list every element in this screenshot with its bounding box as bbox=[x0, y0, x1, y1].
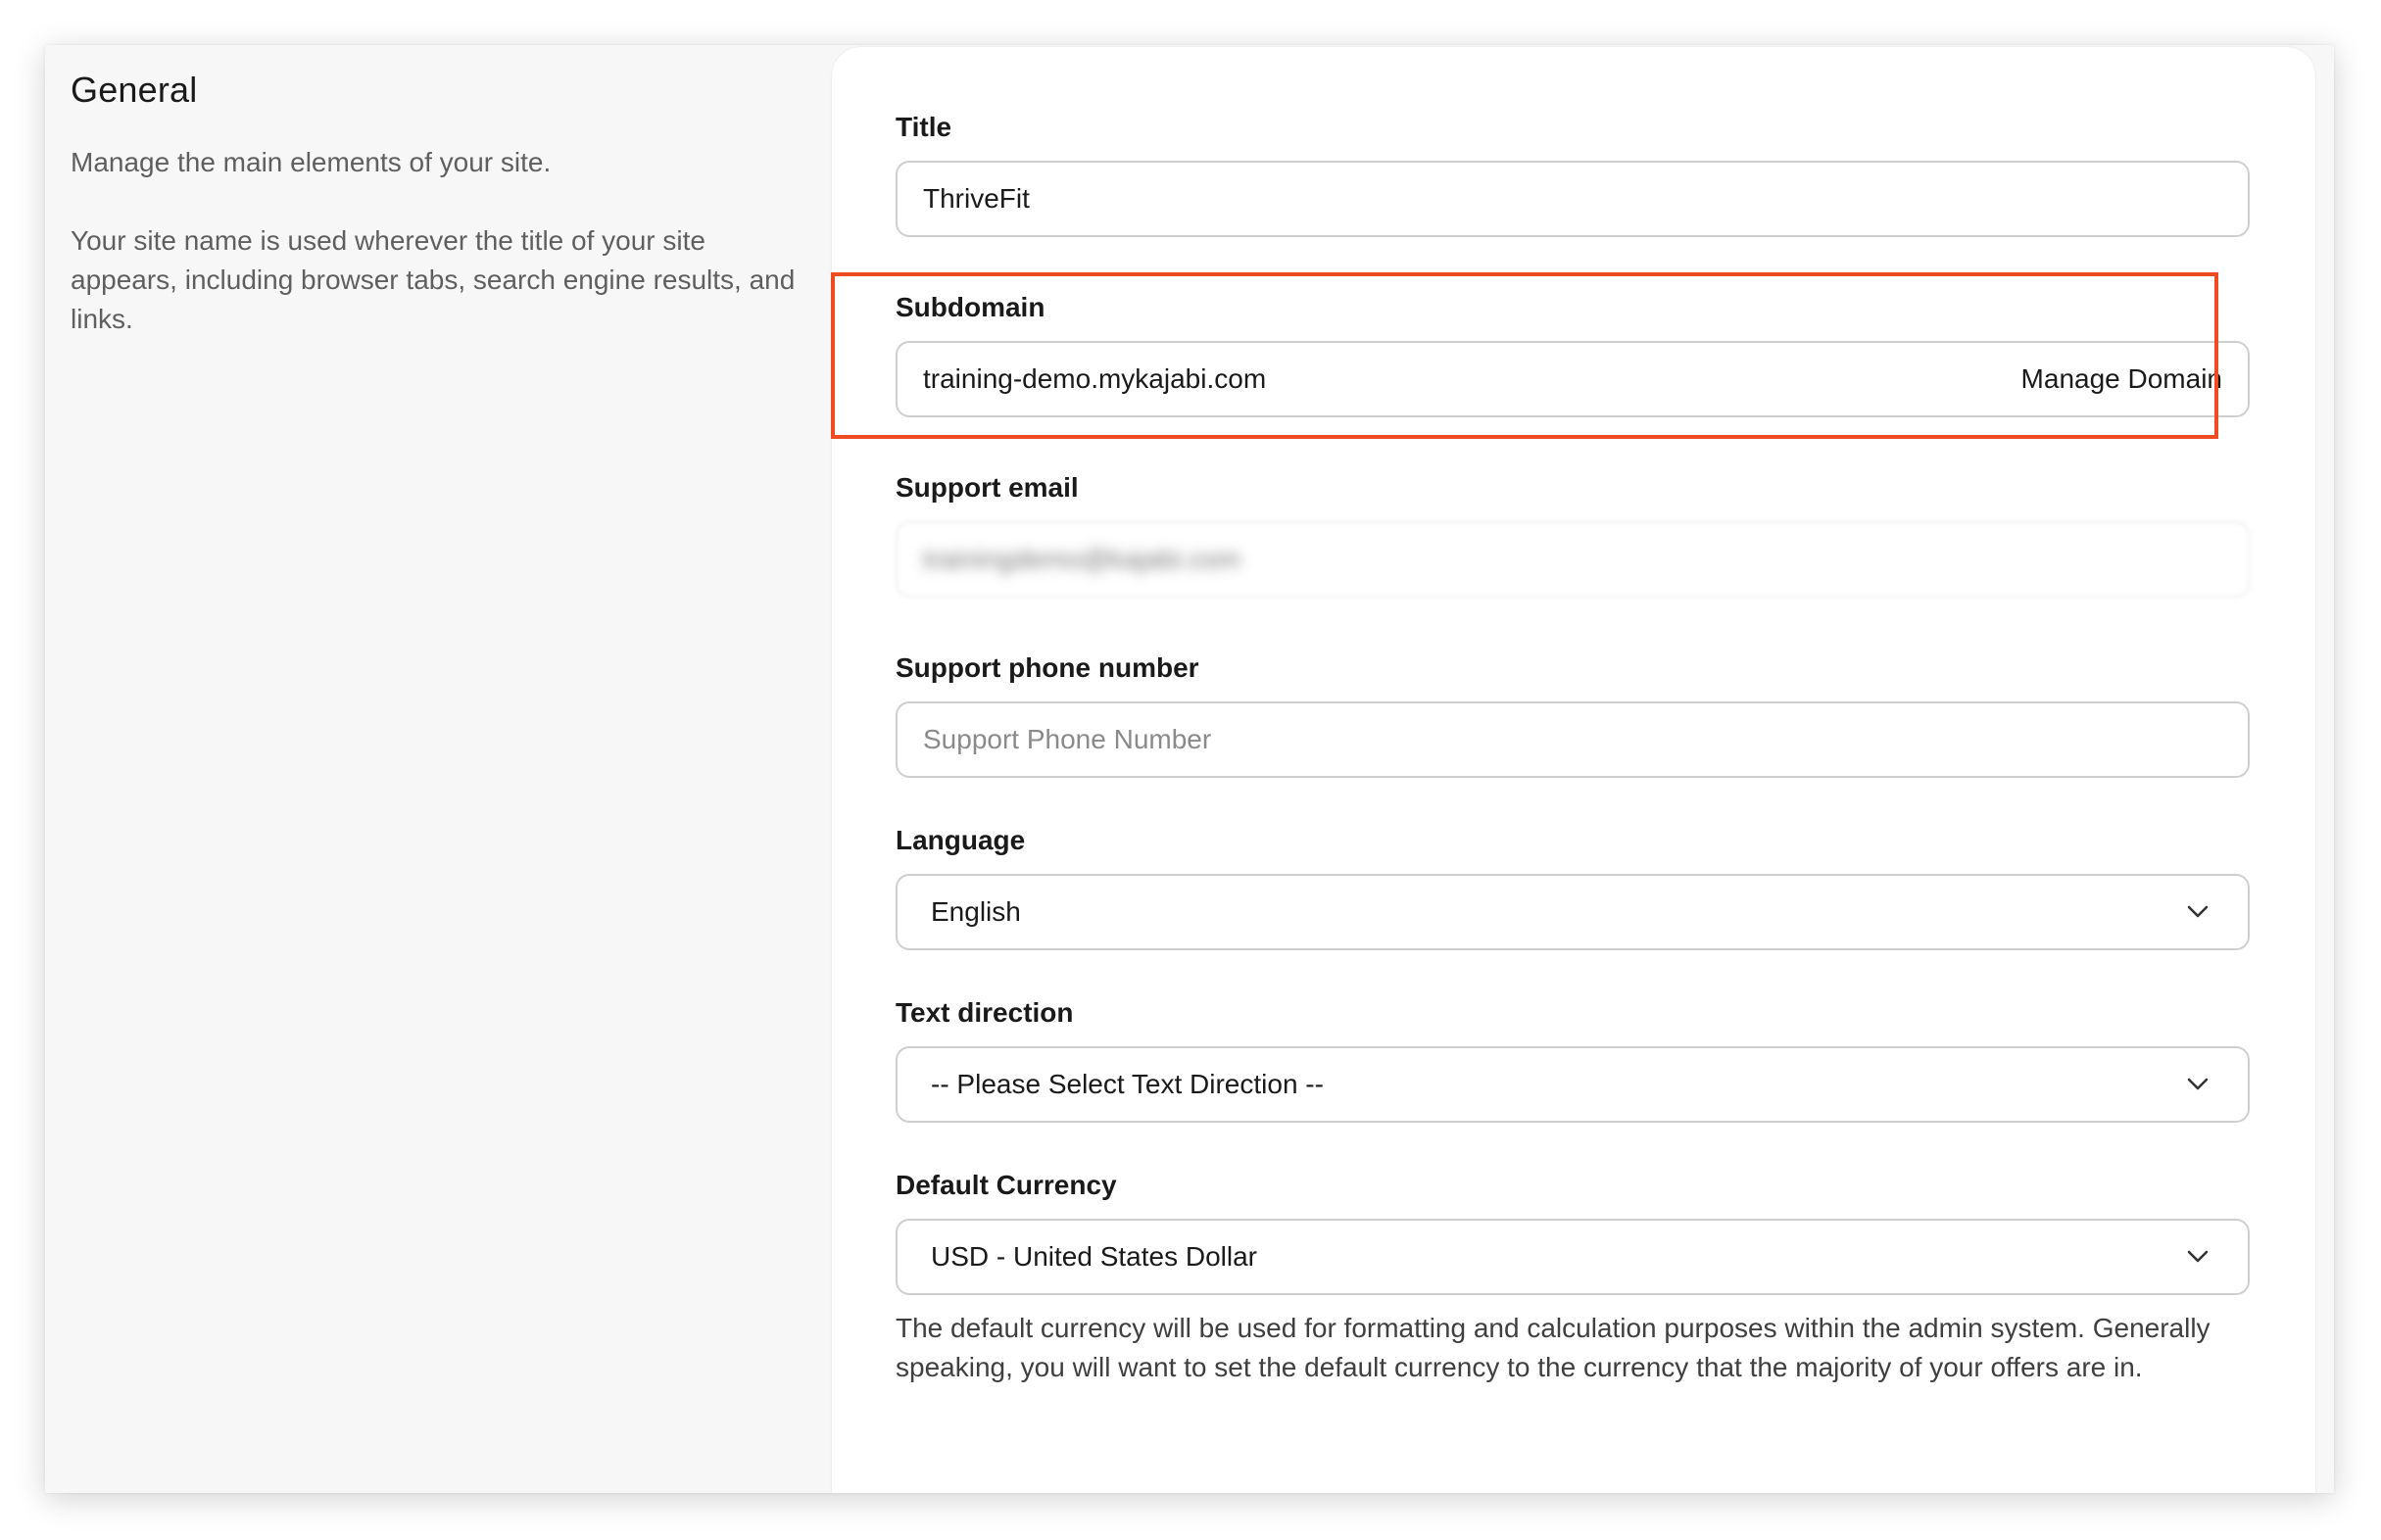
default-currency-select[interactable]: USD - United States Dollar bbox=[896, 1219, 2250, 1295]
section-description-intro: Manage the main elements of your site. bbox=[71, 147, 552, 177]
subdomain-field: Subdomain training-demo.mykajabi.com Man… bbox=[896, 290, 2250, 417]
settings-window: General Manage the main elements of your… bbox=[45, 45, 2334, 1493]
support-email-input[interactable]: trainingdemo@kajabi.com bbox=[896, 521, 2250, 598]
subdomain-input[interactable]: training-demo.mykajabi.com Manage Domain bbox=[896, 341, 2250, 417]
default-currency-selected-value: USD - United States Dollar bbox=[931, 1241, 1258, 1272]
title-input[interactable]: ThriveFit bbox=[896, 161, 2250, 237]
text-direction-field: Text direction -- Please Select Text Dir… bbox=[896, 995, 2250, 1123]
text-direction-label: Text direction bbox=[896, 997, 1074, 1028]
chevron-down-icon bbox=[2185, 899, 2211, 925]
title-label: Title bbox=[896, 112, 952, 142]
support-phone-placeholder: Support Phone Number bbox=[923, 724, 1212, 754]
default-currency-field: Default Currency USD - United States Dol… bbox=[896, 1168, 2250, 1382]
general-section-info: General Manage the main elements of your… bbox=[71, 65, 815, 378]
text-direction-selected-value: -- Please Select Text Direction -- bbox=[931, 1069, 1324, 1099]
manage-domain-link[interactable]: Manage Domain bbox=[2021, 363, 2222, 395]
text-direction-select[interactable]: -- Please Select Text Direction -- bbox=[896, 1046, 2250, 1123]
language-select[interactable]: English bbox=[896, 874, 2250, 950]
support-phone-field: Support phone number Support Phone Numbe… bbox=[896, 650, 2250, 778]
language-label: Language bbox=[896, 825, 1026, 855]
support-email-value: trainingdemo@kajabi.com bbox=[923, 544, 1241, 574]
default-currency-label: Default Currency bbox=[896, 1170, 1117, 1200]
support-email-field: Support email trainingdemo@kajabi.com bbox=[896, 470, 2250, 598]
support-email-label: Support email bbox=[896, 472, 1079, 503]
subdomain-label: Subdomain bbox=[896, 292, 1045, 322]
subdomain-input-value: training-demo.mykajabi.com bbox=[923, 363, 1267, 394]
support-phone-input[interactable]: Support Phone Number bbox=[896, 701, 2250, 778]
default-currency-help-text: The default currency will be used for fo… bbox=[896, 1313, 2211, 1382]
support-phone-label: Support phone number bbox=[896, 652, 1199, 683]
section-description-site-name: Your site name is used wherever the titl… bbox=[71, 225, 796, 334]
section-title: General bbox=[71, 70, 198, 110]
language-selected-value: English bbox=[931, 896, 1021, 927]
general-settings-card: Title ThriveFit Subdomain training-demo.… bbox=[832, 47, 2315, 1493]
chevron-down-icon bbox=[2185, 1072, 2211, 1097]
section-description: Manage the main elements of your site. Y… bbox=[71, 143, 815, 339]
chevron-down-icon bbox=[2185, 1244, 2211, 1270]
language-field: Language English bbox=[896, 823, 2250, 950]
title-field: Title ThriveFit bbox=[896, 110, 2250, 237]
title-input-value: ThriveFit bbox=[923, 183, 1030, 214]
